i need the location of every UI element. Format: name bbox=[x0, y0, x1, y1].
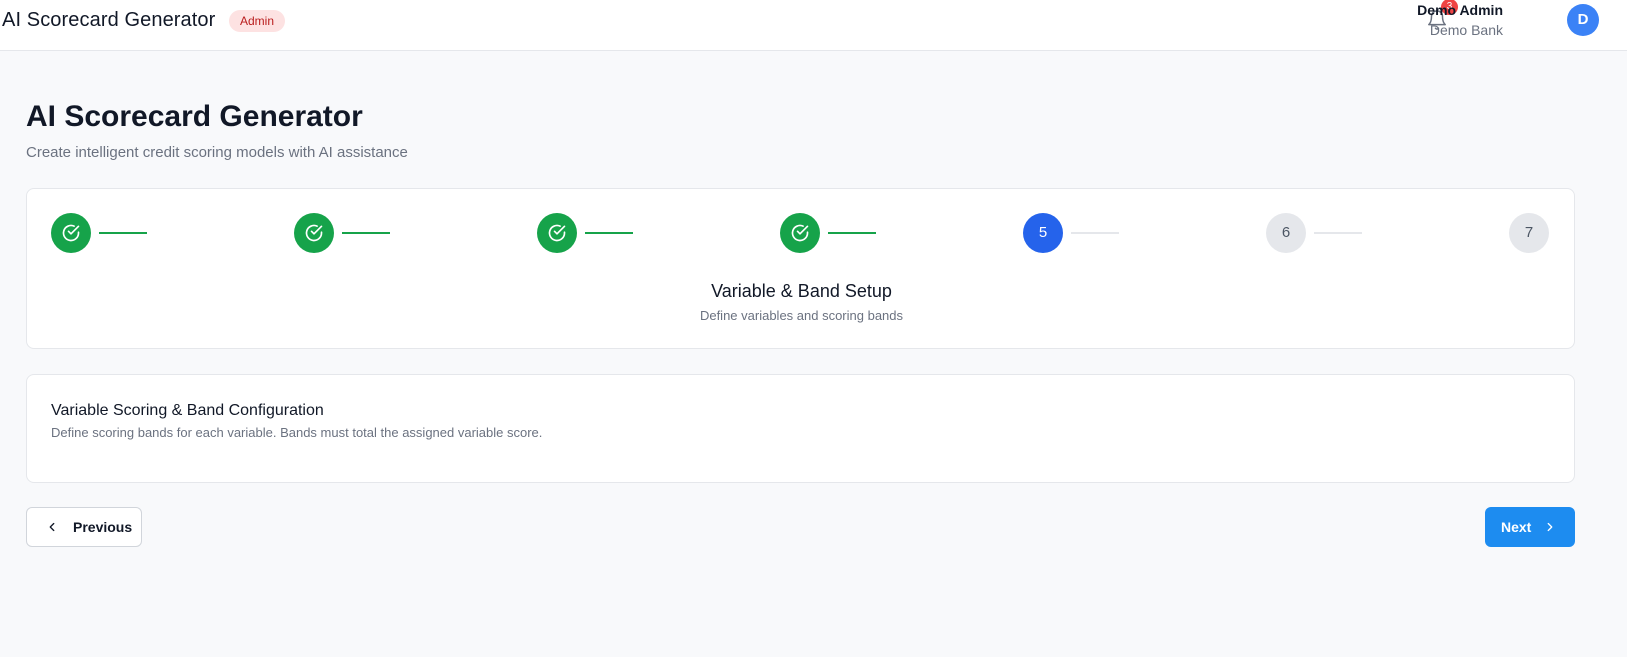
step-3-indicator[interactable] bbox=[537, 213, 577, 253]
step-connector bbox=[585, 232, 633, 234]
step-connector bbox=[342, 232, 390, 234]
top-bar: AI Scorecard Generator Admin 3 Demo Admi… bbox=[0, 0, 1627, 51]
next-label: Next bbox=[1501, 519, 1532, 535]
current-step-description: Define variables and scoring bands bbox=[699, 308, 904, 323]
step-connector bbox=[99, 232, 147, 234]
variable-config-card: Variable Scoring & Band Configuration De… bbox=[26, 374, 1575, 483]
check-circle-icon bbox=[62, 224, 80, 242]
step-7-indicator[interactable]: 7 bbox=[1509, 213, 1549, 253]
user-name: Demo Admin bbox=[1417, 2, 1503, 18]
check-circle-icon bbox=[791, 224, 809, 242]
step-1-indicator[interactable] bbox=[51, 213, 91, 253]
step-4-indicator[interactable] bbox=[780, 213, 820, 253]
config-title: Variable Scoring & Band Configuration bbox=[51, 402, 324, 419]
user-organization: Demo Bank bbox=[1429, 22, 1503, 38]
chevron-right-icon bbox=[1547, 522, 1553, 532]
role-badge: Admin bbox=[229, 10, 286, 32]
config-description: Define scoring bands for each variable. … bbox=[51, 425, 543, 440]
page-subtitle: Create intelligent credit scoring models… bbox=[26, 144, 408, 161]
avatar[interactable]: D bbox=[1567, 4, 1599, 36]
previous-button[interactable]: Previous bbox=[26, 507, 142, 547]
app-title: AI Scorecard Generator bbox=[2, 9, 216, 31]
check-circle-icon bbox=[305, 224, 323, 242]
check-circle-icon bbox=[548, 224, 566, 242]
step-connector bbox=[1314, 232, 1362, 234]
step-6-indicator[interactable]: 6 bbox=[1266, 213, 1306, 253]
current-step-title: Variable & Band Setup bbox=[711, 281, 892, 301]
step-5-indicator[interactable]: 5 bbox=[1023, 213, 1063, 253]
stepper-card: 5 6 7 Variable & Band Setup Define variabl… bbox=[26, 188, 1575, 349]
previous-label: Previous bbox=[73, 519, 133, 535]
step-connector bbox=[1071, 232, 1119, 234]
step-2-indicator[interactable] bbox=[294, 213, 334, 253]
next-button[interactable]: Next bbox=[1485, 507, 1575, 547]
step-connector bbox=[828, 232, 876, 234]
page-title: AI Scorecard Generator bbox=[26, 100, 363, 133]
chevron-left-icon bbox=[49, 522, 55, 532]
